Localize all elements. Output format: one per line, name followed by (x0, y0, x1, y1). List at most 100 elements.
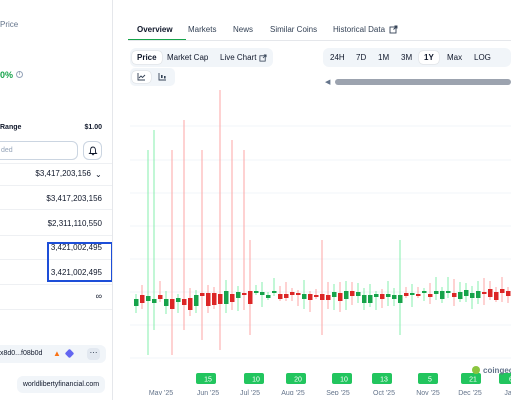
chart-scrollbar[interactable] (335, 79, 511, 85)
candle-body (164, 299, 169, 306)
highlight-box (47, 242, 112, 282)
external-link-icon (389, 25, 398, 34)
contract-address-chip[interactable]: x8d0...f08b0d ▲ ⋯ (0, 345, 106, 363)
chevron-down-icon[interactable]: ⌄ (95, 170, 102, 179)
range-value: $1.00 (84, 124, 102, 131)
candle-body (236, 292, 241, 298)
news-marker-count: 10 (340, 377, 348, 384)
tab-live-chart[interactable]: Live Chart (215, 51, 261, 64)
candle-body (200, 293, 205, 296)
candle-body (494, 292, 499, 300)
tab-historical-data[interactable]: Historical Data (333, 25, 385, 34)
line-chart-icon (137, 73, 146, 81)
candle-body (248, 291, 253, 304)
news-marker: 5 (418, 373, 438, 384)
candle-body (224, 291, 229, 304)
candle-body (404, 293, 409, 296)
candle-body (278, 294, 283, 299)
tab-overview[interactable]: Overview (137, 25, 173, 34)
range-7d[interactable]: 7D (351, 51, 371, 64)
news-marker-count: 13 (380, 377, 388, 384)
scroll-left-arrow[interactable]: ◀ (325, 78, 330, 86)
coingecko-watermark: coingecko (483, 366, 511, 375)
news-marker: 10 (332, 373, 352, 384)
candle-body (140, 295, 145, 303)
candlestick-chart-button[interactable] (153, 71, 172, 83)
candle-body (284, 294, 289, 298)
candle-body (194, 295, 199, 306)
news-marker-count: 20 (294, 377, 302, 384)
candle-body (500, 289, 505, 293)
news-marker-count: 5 (428, 377, 432, 384)
x-axis-tick-label: Jul '25 (240, 390, 260, 395)
range-1m[interactable]: 1M (373, 51, 394, 64)
price-alert-button[interactable] (83, 141, 102, 160)
more-button[interactable]: ⋯ (87, 348, 100, 360)
candle-body (314, 295, 319, 297)
candle-body (410, 293, 415, 295)
candle-body (146, 296, 151, 301)
x-axis-tick-label: Oct '25 (373, 390, 395, 395)
candle-body (326, 295, 331, 300)
candle-body (320, 294, 325, 300)
candle-body (416, 294, 421, 296)
candle-body (254, 291, 259, 293)
candle-body (362, 295, 367, 303)
x-axis-tick-label: Dec '25 (458, 390, 482, 395)
range-1y[interactable]: 1Y (419, 51, 439, 64)
divider (0, 284, 112, 285)
candle-body (296, 293, 301, 295)
news-marker-count: 21 (469, 377, 477, 384)
candle-body (458, 292, 463, 299)
metamask-icon[interactable]: ▲ (53, 349, 61, 358)
candle-body (488, 289, 493, 297)
candle-body (242, 293, 247, 295)
coingecko-logo-icon (472, 366, 480, 374)
external-link-icon (259, 54, 267, 62)
website-link[interactable]: worldlibertyfinancial.com (17, 376, 105, 393)
divider (0, 309, 112, 310)
candle-body (446, 291, 451, 293)
price-alert-input[interactable]: ded (0, 141, 78, 160)
range-max[interactable]: Max (442, 51, 467, 64)
range-3m[interactable]: 3M (396, 51, 417, 64)
candle-body (386, 294, 391, 297)
x-axis-tick-label: Jun '25 (197, 390, 219, 395)
news-marker: 10 (244, 373, 264, 384)
candle-body (206, 293, 211, 306)
range-24h[interactable]: 24H (325, 51, 350, 64)
chart-type-tabs: Price Market Cap Live Chart (130, 48, 273, 67)
line-chart-button[interactable] (132, 71, 151, 83)
tab-markets[interactable]: Markets (188, 25, 216, 34)
candle-body (308, 294, 313, 300)
candle-body (428, 294, 433, 297)
bell-icon (88, 146, 98, 156)
candle-body (368, 295, 373, 303)
range-label: Range (0, 124, 22, 131)
divider (0, 185, 112, 186)
tab-market-cap-chart[interactable]: Market Cap (162, 51, 213, 64)
tab-similar-coins[interactable]: Similar Coins (270, 25, 317, 34)
candle-body (302, 294, 307, 299)
max-supply-value: ∞ (95, 291, 102, 301)
candle-body (134, 299, 139, 306)
price-chart[interactable]: 15102010135216coingeckoMay '25Jun '25Jul… (130, 90, 511, 395)
candlestick-icon (158, 73, 166, 81)
candle-body (464, 290, 469, 296)
candle-body (260, 292, 265, 295)
time-range-tabs: 24H 7D 1M 3M 1Y Max LOG (323, 48, 511, 67)
explorer-icon[interactable] (64, 348, 75, 359)
candle-body (470, 293, 475, 298)
news-marker: 15 (196, 373, 216, 384)
news-marker-count: 15 (204, 377, 212, 384)
candle-body (338, 293, 343, 301)
news-marker: 13 (372, 373, 392, 384)
log-scale-toggle[interactable]: LOG (469, 51, 496, 64)
tab-news[interactable]: News (233, 25, 253, 34)
contract-address: x8d0...f08b0d (0, 350, 43, 357)
main-panel: Overview Markets News Similar Coins Hist… (113, 0, 511, 400)
candle-body (506, 291, 511, 296)
info-icon[interactable]: i (16, 71, 23, 78)
tab-price-chart[interactable]: Price (132, 51, 162, 64)
candle-body (332, 292, 337, 297)
